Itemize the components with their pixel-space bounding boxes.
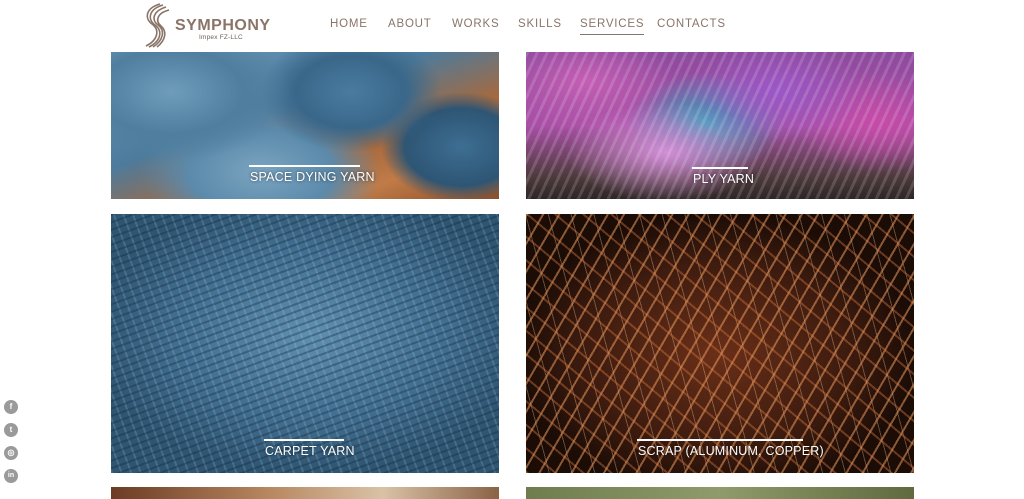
twitter-icon[interactable]: t — [4, 423, 18, 437]
nav-about[interactable]: ABOUT — [388, 18, 432, 30]
service-tile-scrap-metal[interactable]: SCRAP (ALUMINUM, COPPER) — [526, 214, 914, 473]
service-tile-space-dying-yarn[interactable]: SPACE DYING YARN — [111, 52, 499, 199]
nav-skills[interactable]: SKILLS — [518, 18, 562, 30]
nav-services[interactable]: SERVICES — [580, 18, 645, 35]
service-tile-partial[interactable] — [111, 487, 499, 499]
caption-underline — [692, 167, 748, 169]
tile-caption: CARPET YARN — [265, 444, 355, 458]
service-tile-partial[interactable] — [526, 487, 914, 499]
brand-tagline: Impex FZ-LLC — [199, 34, 243, 41]
caption-underline — [249, 165, 360, 167]
caption-underline — [264, 439, 344, 441]
site-header: SYMPHONY Impex FZ-LLC HOME ABOUT WORKS S… — [0, 0, 1024, 52]
nav-home[interactable]: HOME — [330, 18, 368, 30]
caption-underline — [637, 439, 803, 441]
brand-name: SYMPHONY — [175, 17, 271, 34]
tile-caption: SCRAP (ALUMINUM, COPPER) — [638, 444, 824, 458]
site-logo[interactable]: SYMPHONY Impex FZ-LLC — [143, 3, 270, 49]
service-tile-carpet-yarn[interactable]: CARPET YARN — [111, 214, 499, 473]
service-tile-ply-yarn[interactable]: PLY YARN — [526, 52, 914, 199]
logo-mark-icon — [145, 3, 170, 48]
tile-caption: SPACE DYING YARN — [250, 170, 375, 184]
nav-works[interactable]: WORKS — [452, 18, 499, 30]
instagram-icon[interactable]: ◎ — [4, 446, 18, 460]
linkedin-icon[interactable]: in — [4, 469, 18, 483]
tile-caption: PLY YARN — [693, 172, 755, 186]
nav-contacts[interactable]: CONTACTS — [657, 18, 726, 30]
facebook-icon[interactable]: f — [4, 400, 18, 414]
